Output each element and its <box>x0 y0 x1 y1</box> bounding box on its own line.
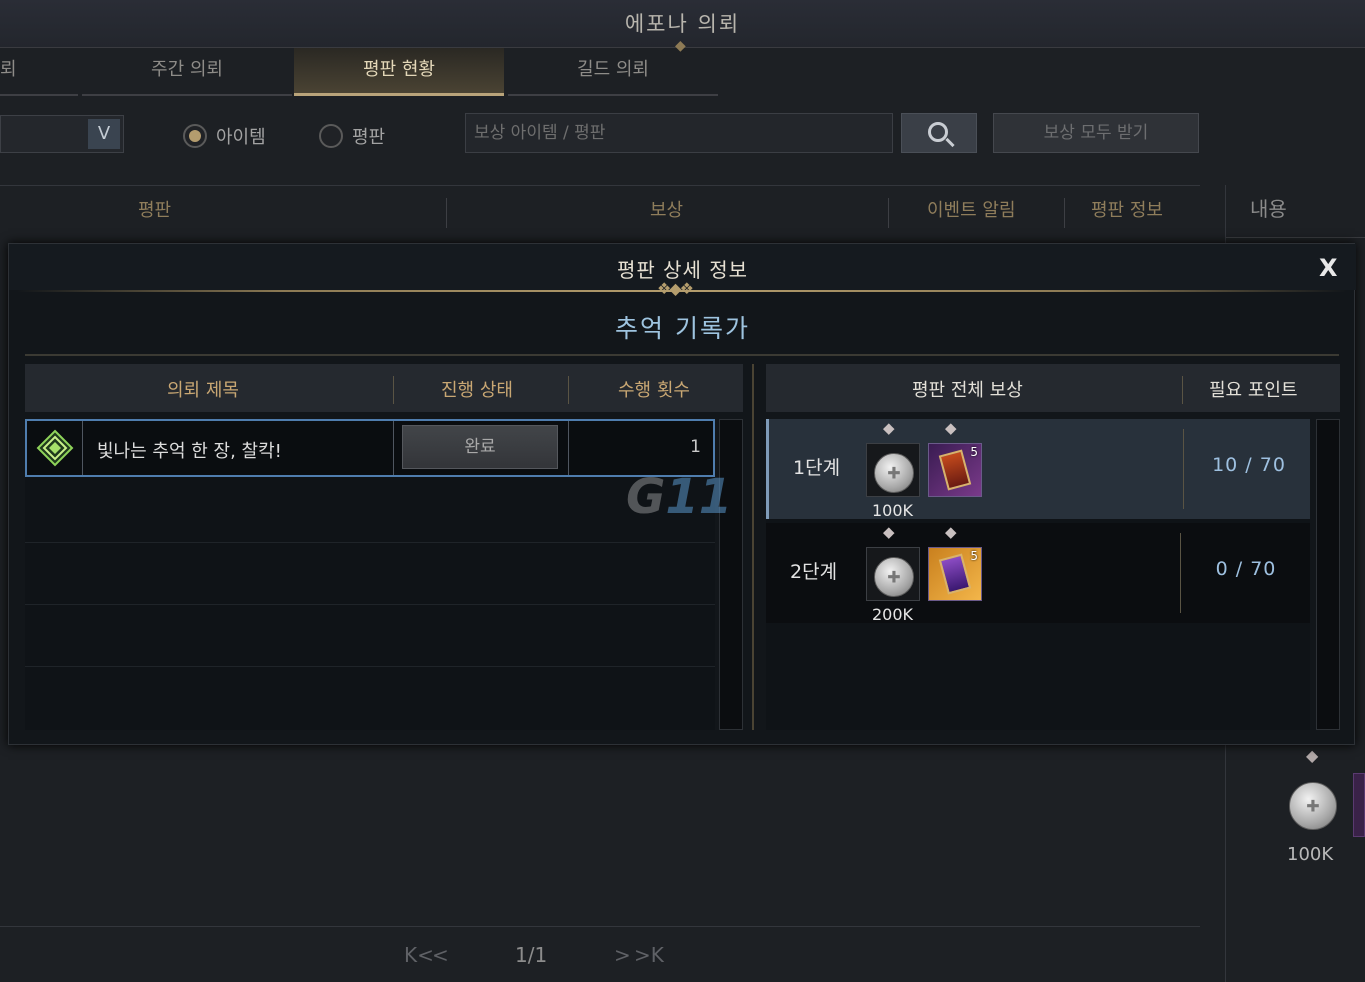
header-reward: 보상 <box>650 200 684 221</box>
quest-table: 의뢰 제목 진행 상태 수행 횟수 빛나는 추억 한 장, 찰칵! 완료 1 <box>25 364 743 730</box>
reward-table: 평판 전체 보상 필요 포인트 1단계 ◆ ✚ 100K ◆ 5 10 / 70… <box>766 364 1340 730</box>
required-points: 10 / 70 <box>1212 454 1286 476</box>
side-panel-header: 내용 <box>1250 197 1287 221</box>
radio-empty-icon <box>319 124 343 148</box>
divider-ornament-icon: ❖◆❖ <box>657 279 694 298</box>
last-page-button[interactable]: >K <box>634 943 664 967</box>
header-required-points: 필요 포인트 <box>1209 380 1298 401</box>
quest-list: 빛나는 추억 한 장, 찰칵! 완료 1 <box>25 419 715 730</box>
window-title: 에포나 의뢰 <box>624 12 741 36</box>
radio-item-label: 아이템 <box>216 127 266 148</box>
rank-gem-icon: ◆ <box>945 523 957 541</box>
header-reputation: 평판 <box>138 200 172 221</box>
header-event-alert: 이벤트 알림 <box>927 200 1016 221</box>
radio-reputation[interactable]: 평판 <box>319 123 385 149</box>
header-rep-info: 평판 정보 <box>1091 200 1163 221</box>
stage-label: 2단계 <box>790 561 838 583</box>
radio-selected-icon <box>183 124 207 148</box>
radio-reputation-label: 평판 <box>352 127 386 148</box>
silver-coin-icon: ✚ <box>874 557 914 597</box>
reward-stage-row[interactable]: 1단계 ◆ ✚ 100K ◆ 5 10 / 70 <box>766 419 1310 520</box>
rank-gem-icon: ◆ <box>883 419 895 437</box>
reward-table-header: 평판 전체 보상 필요 포인트 <box>766 364 1340 412</box>
tab-partial[interactable]: 뢰 <box>0 48 78 96</box>
first-page-button[interactable]: K< <box>404 943 434 967</box>
quest-row[interactable]: 빛나는 추억 한 장, 찰칵! 완료 1 <box>25 419 715 477</box>
header-quest-title: 의뢰 제목 <box>167 380 239 401</box>
prev-page-button[interactable]: < <box>432 943 449 967</box>
claim-all-button[interactable]: 보상 모두 받기 <box>993 113 1199 153</box>
tab-partial-label: 뢰 <box>0 59 17 80</box>
header-all-rewards: 평판 전체 보상 <box>912 380 1023 401</box>
quest-emblem-icon <box>27 421 83 475</box>
header-status: 진행 상태 <box>441 380 513 401</box>
reward-list: 1단계 ◆ ✚ 100K ◆ 5 10 / 70 2단계 ◆ ✚ 200K ◆ … <box>766 419 1310 730</box>
filter-bar: V 아이템 평판 보상 아이템 / 평판 보상 모두 받기 <box>0 110 1200 156</box>
card-pack-icon <box>1353 773 1365 837</box>
silver-amount: 200K <box>872 605 914 624</box>
reputation-name: 추억 기록가 <box>615 314 750 343</box>
category-dropdown[interactable]: V <box>0 115 124 153</box>
silver-amount: 100K <box>872 501 914 520</box>
card-count: 5 <box>970 549 978 563</box>
rank-gem-icon: ◆ <box>883 523 895 541</box>
page-indicator: 1/1 <box>515 943 548 967</box>
search-input[interactable]: 보상 아이템 / 평판 <box>465 113 893 153</box>
tab-reputation-label: 평판 현황 <box>363 59 435 80</box>
tab-bar: 뢰 주간 의뢰 평판 현황 길드 의뢰 <box>0 48 720 96</box>
empty-row <box>25 543 715 605</box>
card-count: 5 <box>970 445 978 459</box>
list-header: 평판 보상 이벤트 알림 평판 정보 <box>0 185 1200 233</box>
header-count: 수행 횟수 <box>618 380 690 401</box>
close-button[interactable]: X <box>1319 254 1338 282</box>
watermark-logo: G11 <box>626 469 733 525</box>
search-button[interactable] <box>901 113 977 153</box>
tab-reputation[interactable]: 평판 현황 <box>294 48 504 96</box>
radio-item[interactable]: 아이템 <box>183 123 266 149</box>
stage-label: 1단계 <box>793 457 841 479</box>
tab-guild-label: 길드 의뢰 <box>577 59 649 80</box>
card-pack-icon: 5 <box>928 547 982 601</box>
chevron-down-icon[interactable]: V <box>88 119 120 149</box>
empty-row <box>25 605 715 667</box>
quest-scrollbar[interactable] <box>719 419 743 730</box>
window-titlebar: 에포나 의뢰 ◆ <box>0 0 1365 54</box>
rank-gem-icon: ◆ <box>1306 746 1319 765</box>
reward-stage-row[interactable]: 2단계 ◆ ✚ 200K ◆ 5 0 / 70 <box>766 523 1310 624</box>
silver-coin-icon: ✚ <box>874 453 914 493</box>
empty-row <box>25 481 715 543</box>
silver-coin-icon: ✚ <box>1289 782 1337 830</box>
quest-title: 빛나는 추억 한 장, 찰칵! <box>97 441 282 462</box>
card-pack-icon: 5 <box>928 443 982 497</box>
required-points: 0 / 70 <box>1215 558 1277 580</box>
tab-weekly[interactable]: 주간 의뢰 <box>82 48 292 96</box>
status-complete-button[interactable]: 완료 <box>402 425 558 469</box>
quest-table-header: 의뢰 제목 진행 상태 수행 횟수 <box>25 364 743 412</box>
reward-scrollbar[interactable] <box>1316 419 1340 730</box>
tab-guild[interactable]: 길드 의뢰 <box>508 48 718 96</box>
pagination: K< < 1/1 > >K <box>0 926 1200 982</box>
side-reward-amount: 100K <box>1287 844 1334 865</box>
rank-gem-icon: ◆ <box>945 419 957 437</box>
next-page-button[interactable]: > <box>614 943 631 967</box>
quest-count: 1 <box>690 437 701 457</box>
tab-weekly-label: 주간 의뢰 <box>151 59 223 80</box>
